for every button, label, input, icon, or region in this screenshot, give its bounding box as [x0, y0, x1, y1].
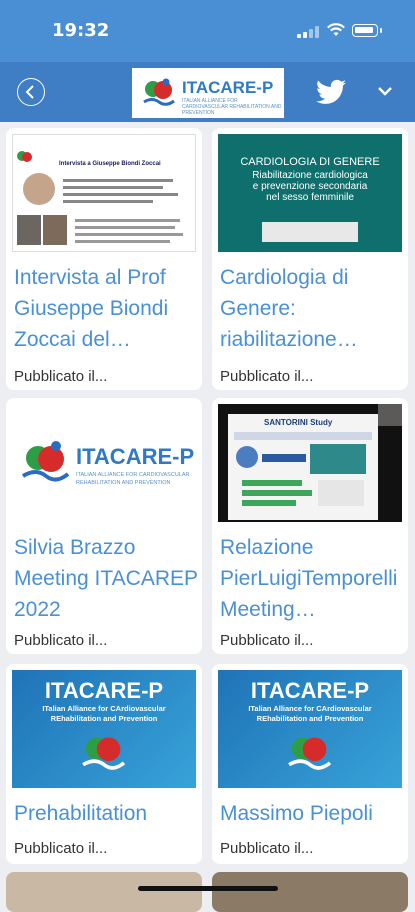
logo-text: ITACARE-P [182, 78, 274, 97]
header-logo: ITACARE-P ITALIAN ALLIANCE FOR CARDIOVAS… [132, 68, 284, 118]
banner-subtitle: ITalian Alliance for CArdiovascular [248, 704, 372, 713]
card-thumbnail: ITACARE-P ITalian Alliance for CArdiovas… [218, 670, 402, 788]
slide-title: CARDIOLOGIA DI GENERE [240, 156, 380, 168]
twitter-icon[interactable] [316, 79, 346, 105]
speaker-photo [17, 215, 41, 245]
card-published: Pubblicato il... [220, 632, 314, 649]
home-indicator [138, 886, 278, 891]
slide-title: SANTORINI Study [264, 418, 333, 427]
speaker-photo [23, 173, 55, 205]
logo-subtext: REHABILITATION AND PREVENTION [76, 480, 171, 486]
banner-title: ITACARE-P [44, 678, 164, 703]
card-partial[interactable] [212, 872, 408, 912]
webcam-feed [378, 404, 402, 426]
card-thumbnail: ITACARE-P ITALIAN ALLIANCE FOR CARDIOVAS… [12, 404, 196, 522]
card-title: Prehabilitation [14, 802, 148, 825]
card-published: Pubblicato il... [14, 632, 108, 649]
card-title: Relazione PierLuigiTemporelli Meeting… [220, 536, 398, 621]
video-slide: SANTORINI Study [228, 414, 378, 520]
card-partial[interactable] [6, 872, 202, 912]
card-published: Pubblicato il... [220, 368, 314, 385]
card-temporelli[interactable]: SANTORINI Study Relazione PierLuigiTempo… [212, 398, 408, 654]
heart-logo-icon [288, 737, 332, 770]
wifi-icon [327, 23, 345, 36]
heart-logo-icon [143, 78, 175, 106]
status-time: 19:32 [52, 20, 110, 41]
card-thumbnail: Intervista a Giuseppe Biondi Zoccai [12, 134, 196, 252]
logo-subtext: ITALIAN ALLIANCE FOR CARDIOVASCULAR REHA… [182, 98, 282, 116]
slide-author-box [262, 222, 358, 242]
slide-line: Riabilitazione cardiologica [252, 170, 368, 181]
battery-icon [352, 24, 378, 37]
heart-logo-icon [82, 737, 126, 770]
chevron-left-icon [25, 85, 34, 99]
card-title: Silvia Brazzo Meeting ITACAREP 2022 [14, 536, 198, 621]
banner-subtitle: ITalian Alliance for CArdiovascular [42, 704, 166, 713]
banner-subtitle: REhabilitation and Prevention [256, 714, 364, 723]
banner-title: ITACARE-P [250, 678, 370, 703]
slide-line: e prevenzione secondaria [252, 181, 368, 192]
card-title: Massimo Piepoli [220, 802, 373, 825]
heart-logo-icon [22, 441, 70, 482]
card-published: Pubblicato il... [220, 840, 314, 857]
card-cardiologia[interactable]: CARDIOLOGIA DI GENERE Riabilitazione car… [212, 128, 408, 390]
chevron-down-icon[interactable] [374, 80, 396, 102]
slide-line: nel sesso femminile [266, 192, 354, 203]
battery-tip [380, 28, 382, 33]
thumb-text-lines [63, 179, 183, 207]
card-thumbnail: SANTORINI Study [218, 404, 402, 522]
card-title: Intervista al Prof Giuseppe Biondi Zocca… [14, 266, 169, 351]
thumb-text-lines [75, 219, 185, 247]
card-published: Pubblicato il... [14, 368, 108, 385]
heart-logo-icon [17, 151, 32, 162]
card-thumbnail: ITACARE-P ITalian Alliance for CArdiovas… [12, 670, 196, 788]
status-bar: 19:32 [0, 0, 415, 62]
card-intervista[interactable]: Intervista a Giuseppe Biondi Zoccai Inte… [6, 128, 202, 390]
banner-subtitle: REhabilitation and Prevention [50, 714, 158, 723]
card-massimo-piepoli[interactable]: ITACARE-P ITalian Alliance for CArdiovas… [212, 664, 408, 864]
card-silvia-brazzo[interactable]: ITACARE-P ITALIAN ALLIANCE FOR CARDIOVAS… [6, 398, 202, 654]
back-button[interactable] [17, 78, 45, 106]
card-thumbnail: CARDIOLOGIA DI GENERE Riabilitazione car… [218, 134, 402, 252]
cellular-signal-icon [297, 26, 319, 38]
card-title: Cardiologia di Genere: riabilitazione… [220, 266, 358, 351]
card-prehabilitation[interactable]: ITACARE-P ITalian Alliance for CArdiovas… [6, 664, 202, 864]
speaker-photo [43, 215, 67, 245]
thumb-heading: Intervista a Giuseppe Biondi Zoccai [59, 161, 161, 167]
logo-subtext: ITALIAN ALLIANCE FOR CARDIOVASCULAR [76, 472, 190, 478]
card-published: Pubblicato il... [14, 840, 108, 857]
logo-text: ITACARE-P [76, 444, 195, 469]
